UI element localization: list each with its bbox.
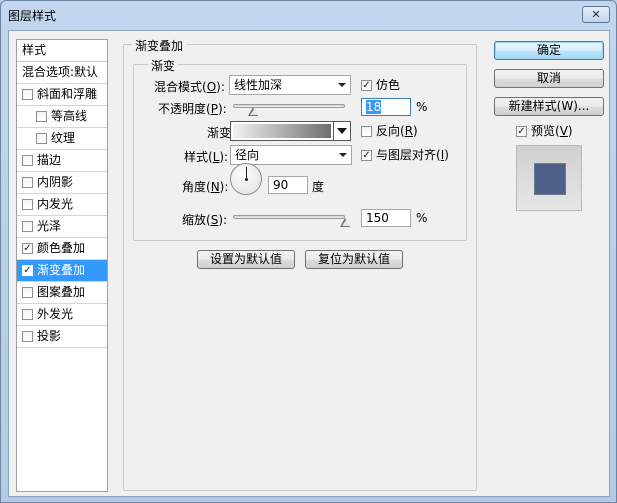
opacity-input[interactable]: 18 bbox=[361, 98, 411, 116]
sidebar-item-texture[interactable]: 纹理 bbox=[17, 128, 107, 150]
checkbox-gradient-overlay[interactable]: ✓ bbox=[22, 265, 33, 276]
checkbox-preview[interactable]: ✓ bbox=[516, 126, 527, 137]
sidebar-item-label: 纹理 bbox=[51, 131, 76, 145]
sidebar-item-drop-shadow[interactable]: 投影 bbox=[17, 326, 107, 348]
gradient-overlay-group: 渐变叠加 渐变 混合模式(O): 线性加深 ✓ 仿色 不透明度(P): 18 %… bbox=[123, 37, 477, 491]
style-preview bbox=[516, 145, 582, 211]
style-select[interactable]: 径向 bbox=[230, 145, 352, 165]
sidebar-item-label: 外发光 bbox=[37, 307, 74, 321]
opacity-value: 18 bbox=[366, 100, 382, 114]
reset-default-button[interactable]: 复位为默认值 bbox=[305, 250, 403, 269]
reverse-label: 反向(R) bbox=[376, 124, 418, 138]
sidebar-item-outer-glow[interactable]: 外发光 bbox=[17, 304, 107, 326]
angle-label: 角度(N): bbox=[182, 180, 229, 194]
sidebar-item-satin[interactable]: 光泽 bbox=[17, 216, 107, 238]
title-bar[interactable]: 图层样式 ✕ bbox=[1, 1, 616, 29]
checkbox-color-overlay[interactable]: ✓ bbox=[22, 243, 33, 254]
sidebar-item-label: 投影 bbox=[37, 329, 62, 343]
checkbox-texture[interactable] bbox=[36, 133, 47, 144]
preview-checkbox[interactable]: ✓ 预览(V) bbox=[516, 125, 573, 138]
scale-label: 缩放(S): bbox=[182, 213, 228, 227]
scale-unit: % bbox=[416, 211, 428, 225]
sidebar-item-blending-options[interactable]: 混合选项:默认 bbox=[17, 62, 107, 84]
preview-label: 预览(V) bbox=[531, 124, 573, 138]
style-label: 样式(L): bbox=[184, 150, 229, 164]
sidebar-item-gradient-overlay[interactable]: ✓ 渐变叠加 bbox=[17, 260, 107, 282]
reverse-checkbox[interactable]: 反向(R) bbox=[361, 125, 418, 138]
sidebar-item-color-overlay[interactable]: ✓ 颜色叠加 bbox=[17, 238, 107, 260]
opacity-slider-handle[interactable] bbox=[248, 107, 259, 116]
checkbox-inner-glow[interactable] bbox=[22, 199, 33, 210]
gradient-preview bbox=[233, 124, 331, 138]
angle-dial-center bbox=[245, 178, 248, 181]
dither-checkbox[interactable]: ✓ 仿色 bbox=[361, 79, 400, 92]
chevron-down-icon bbox=[338, 83, 346, 87]
scale-slider-track[interactable] bbox=[233, 215, 345, 219]
checkbox-bevel-emboss[interactable] bbox=[22, 89, 33, 100]
sidebar-item-contour[interactable]: 等高线 bbox=[17, 106, 107, 128]
sidebar-item-inner-shadow[interactable]: 内阴影 bbox=[17, 172, 107, 194]
chevron-down-icon bbox=[339, 153, 347, 157]
blend-mode-label: 混合模式(O): bbox=[154, 80, 225, 94]
angle-unit: 度 bbox=[312, 180, 325, 194]
opacity-label: 不透明度(P): bbox=[158, 102, 227, 116]
gradient-picker[interactable] bbox=[230, 121, 334, 141]
angle-dial[interactable] bbox=[230, 163, 262, 195]
checkbox-satin[interactable] bbox=[22, 221, 33, 232]
preview-swatch bbox=[534, 163, 566, 195]
sidebar-item-label: 内发光 bbox=[37, 197, 74, 211]
gradient-group-title: 渐变 bbox=[148, 57, 179, 74]
opacity-unit: % bbox=[416, 100, 428, 114]
checkbox-drop-shadow[interactable] bbox=[22, 331, 33, 342]
angle-value: 90 bbox=[273, 178, 289, 192]
checkbox-align-with-layer[interactable]: ✓ bbox=[361, 150, 372, 161]
sidebar-item-label: 光泽 bbox=[37, 219, 62, 233]
dialog-body: 样式 混合选项:默认 斜面和浮雕 等高线 纹理 描边 内阴影 内发光 光泽 ✓ … bbox=[8, 30, 610, 497]
sidebar-item-stroke[interactable]: 描边 bbox=[17, 150, 107, 172]
close-button[interactable]: ✕ bbox=[582, 6, 610, 23]
sidebar-item-label: 颜色叠加 bbox=[37, 241, 86, 255]
scale-input[interactable]: 150 bbox=[361, 209, 411, 227]
checkbox-dither[interactable]: ✓ bbox=[361, 80, 372, 91]
window-title: 图层样式 bbox=[8, 9, 57, 23]
dither-label: 仿色 bbox=[376, 78, 401, 92]
sidebar-item-label: 描边 bbox=[37, 153, 62, 167]
checkbox-contour[interactable] bbox=[36, 111, 47, 122]
checkbox-pattern-overlay[interactable] bbox=[22, 287, 33, 298]
blend-mode-select[interactable]: 线性加深 bbox=[229, 75, 351, 95]
align-with-layer-label: 与图层对齐(I) bbox=[376, 148, 449, 162]
align-with-layer-checkbox[interactable]: ✓ 与图层对齐(I) bbox=[361, 149, 449, 162]
sidebar-item-bevel-emboss[interactable]: 斜面和浮雕 bbox=[17, 84, 107, 106]
style-value: 径向 bbox=[235, 148, 260, 162]
scale-slider-handle[interactable] bbox=[340, 218, 351, 227]
sidebar-item-label: 等高线 bbox=[51, 109, 88, 123]
cancel-button[interactable]: 取消 bbox=[494, 69, 604, 88]
gradient-group: 渐变 混合模式(O): 线性加深 ✓ 仿色 不透明度(P): 18 % 渐变: … bbox=[133, 57, 467, 241]
gradient-dropdown-button[interactable] bbox=[333, 121, 351, 141]
sidebar-item-label: 图案叠加 bbox=[37, 285, 86, 299]
layer-style-dialog: 图层样式 ✕ 样式 混合选项:默认 斜面和浮雕 等高线 纹理 描边 内阴影 内发… bbox=[0, 0, 617, 503]
ok-button[interactable]: 确定 bbox=[494, 41, 604, 60]
sidebar-item-label: 斜面和浮雕 bbox=[37, 87, 98, 101]
sidebar-item-label: 渐变叠加 bbox=[37, 263, 86, 277]
sidebar-item-label: 内阴影 bbox=[37, 175, 74, 189]
angle-input[interactable]: 90 bbox=[268, 176, 308, 194]
sidebar-item-inner-glow[interactable]: 内发光 bbox=[17, 194, 107, 216]
sidebar-item-pattern-overlay[interactable]: 图案叠加 bbox=[17, 282, 107, 304]
blend-mode-value: 线性加深 bbox=[234, 78, 283, 92]
checkbox-outer-glow[interactable] bbox=[22, 309, 33, 320]
sidebar-item-label: 混合选项:默认 bbox=[22, 65, 99, 79]
scale-value: 150 bbox=[366, 211, 389, 225]
gradient-overlay-title: 渐变叠加 bbox=[132, 37, 187, 54]
styles-list: 样式 混合选项:默认 斜面和浮雕 等高线 纹理 描边 内阴影 内发光 光泽 ✓ … bbox=[16, 39, 108, 492]
styles-header[interactable]: 样式 bbox=[17, 40, 107, 62]
new-style-button[interactable]: 新建样式(W)... bbox=[494, 97, 604, 116]
checkbox-reverse[interactable] bbox=[361, 126, 372, 137]
checkbox-stroke[interactable] bbox=[22, 155, 33, 166]
make-default-button[interactable]: 设置为默认值 bbox=[197, 250, 295, 269]
checkbox-inner-shadow[interactable] bbox=[22, 177, 33, 188]
